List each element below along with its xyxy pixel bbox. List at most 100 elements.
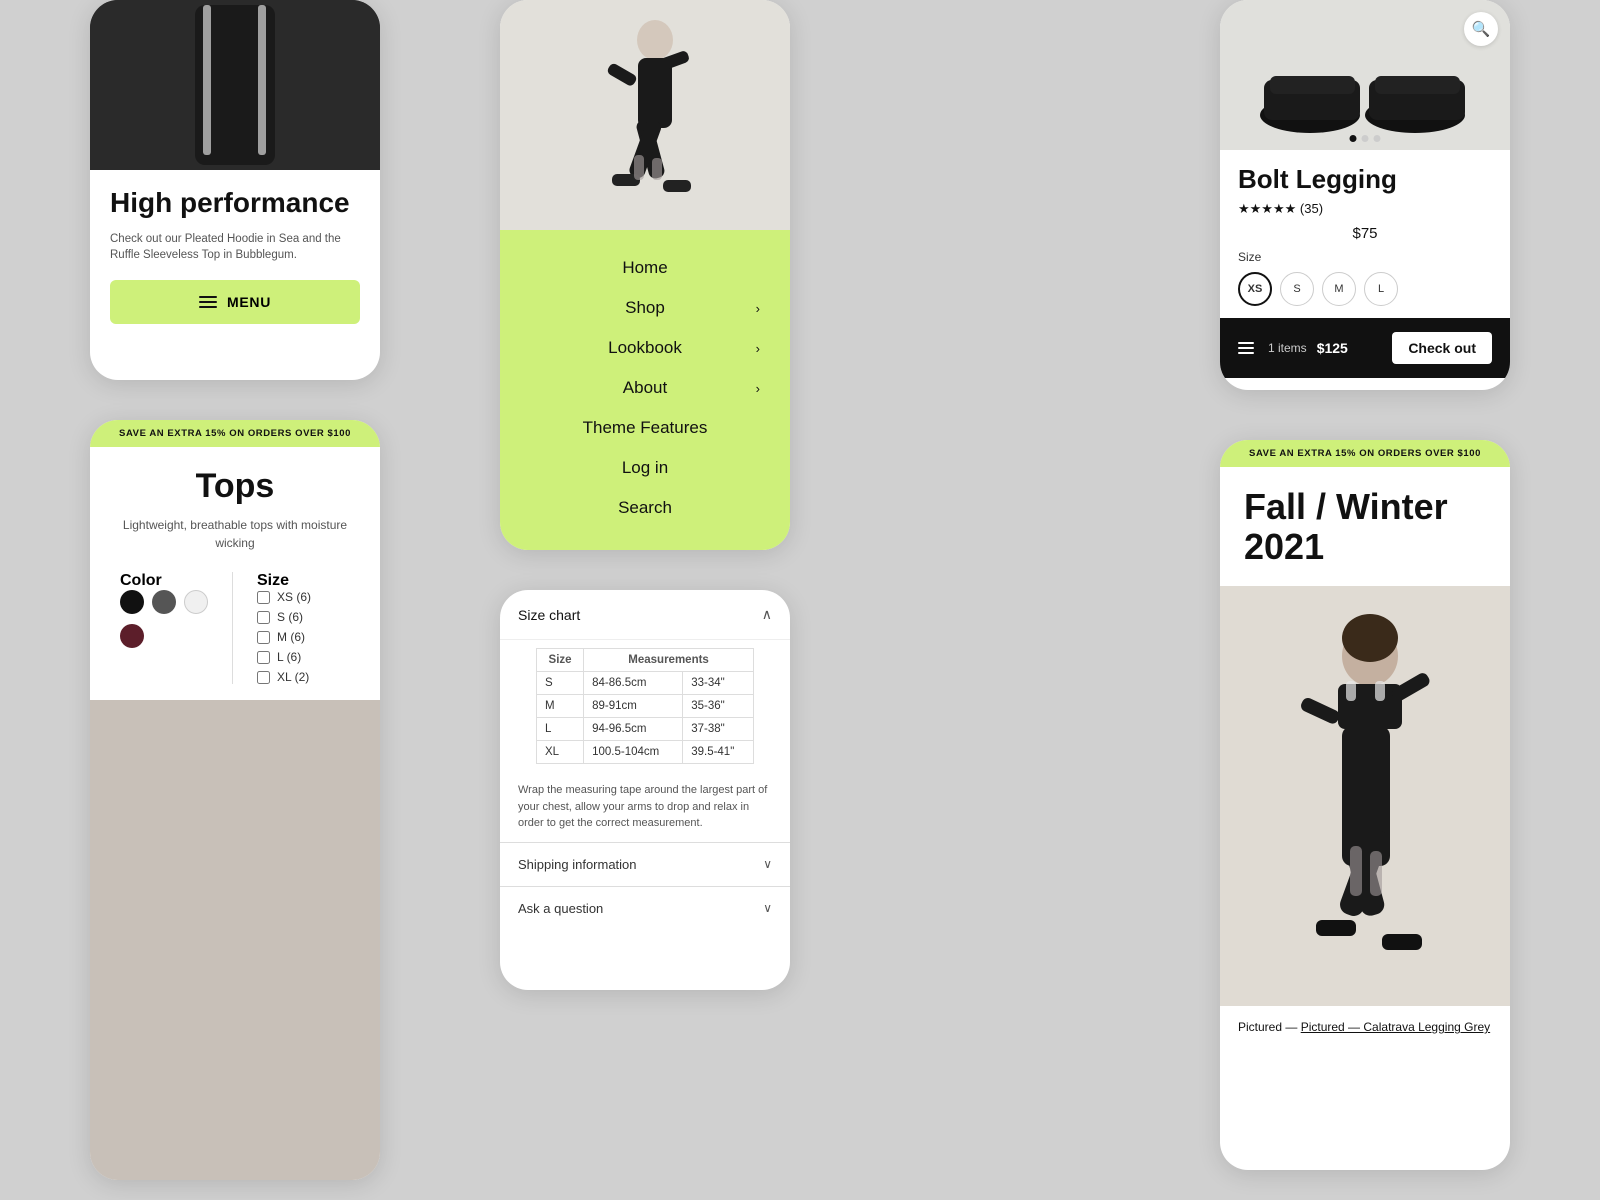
size-l-label: L (6)	[277, 650, 301, 664]
size-m-checkbox[interactable]	[257, 631, 270, 644]
size-note: Wrap the measuring tape around the large…	[500, 772, 790, 842]
size-l-m1: 94-96.5cm	[584, 718, 683, 741]
size-s-label: S (6)	[277, 610, 303, 624]
dot-1[interactable]	[1350, 135, 1357, 142]
size-xs[interactable]: XS	[1238, 272, 1272, 306]
filter-section: Color Size XS (6)	[110, 572, 360, 684]
nav-item-login[interactable]: Log in	[500, 448, 790, 488]
size-m-m1: 89-91cm	[584, 695, 683, 718]
size-heading: Size	[1238, 250, 1492, 264]
size-m-m2: 35-36"	[683, 695, 754, 718]
menu-button[interactable]: MENU	[110, 280, 360, 324]
caption-text: Pictured — Pictured — Calatrava Legging …	[1238, 1020, 1490, 1034]
card-high-performance: High performance Check out our Pleated H…	[90, 0, 380, 380]
nav-menu: Home Shop › Lookbook › About › Theme Fea…	[500, 230, 790, 550]
size-xl: XL	[537, 741, 584, 764]
size-filter: Size XS (6) S (6) M (6)	[257, 572, 311, 684]
shipping-accordion[interactable]: Shipping information ∨	[500, 842, 790, 886]
swatch-maroon[interactable]	[120, 624, 144, 648]
swatch-dark-gray[interactable]	[152, 590, 176, 614]
swatch-white[interactable]	[184, 590, 208, 614]
size-xl-m2: 39.5-41"	[683, 741, 754, 764]
close-button[interactable]: ×	[500, 528, 790, 550]
cart-menu-icon[interactable]	[1238, 342, 1254, 354]
rating-count: (35)	[1300, 201, 1323, 216]
search-button[interactable]: 🔍	[1464, 12, 1498, 46]
col-measurements: Measurements	[584, 649, 754, 672]
chevron-up-icon[interactable]: ∧	[762, 606, 772, 623]
nav-label-login: Log in	[622, 458, 668, 478]
chevron-down-icon: ∨	[763, 901, 772, 915]
checkout-button[interactable]: Check out	[1392, 332, 1492, 364]
swatch-black[interactable]	[120, 590, 144, 614]
chevron-right-icon: ›	[756, 381, 760, 396]
size-xs-check[interactable]: XS (6)	[257, 590, 311, 604]
nav-item-home[interactable]: Home	[500, 248, 790, 288]
hero-image	[90, 0, 380, 170]
card-content: High performance Check out our Pleated H…	[90, 170, 380, 340]
nav-item-shop[interactable]: Shop ›	[500, 288, 790, 328]
caption-link: Pictured — Calatrava Legging Grey	[1301, 1020, 1490, 1034]
nav-label-search: Search	[618, 498, 672, 518]
size-l-checkbox[interactable]	[257, 651, 270, 664]
nav-label-lookbook: Lookbook	[608, 338, 682, 358]
table-row: L 94-96.5cm 37-38"	[537, 718, 754, 741]
season-image	[1220, 586, 1510, 1006]
size-s-checkbox[interactable]	[257, 611, 270, 624]
size-xs-checkbox[interactable]	[257, 591, 270, 604]
nav-label-about: About	[623, 378, 667, 398]
size-xl-label: XL (2)	[277, 670, 309, 684]
stars-icon: ★★★★★	[1238, 201, 1296, 216]
promo-banner: SAVE AN EXTRA 15% ON ORDERS OVER $100	[90, 420, 380, 447]
nav-label-home: Home	[622, 258, 667, 278]
size-m-check[interactable]: M (6)	[257, 630, 311, 644]
nav-item-lookbook[interactable]: Lookbook ›	[500, 328, 790, 368]
size-m[interactable]: M	[1322, 272, 1356, 306]
ask-question-accordion[interactable]: Ask a question ∨	[500, 886, 790, 930]
category-content: Tops Lightweight, breathable tops with m…	[90, 447, 380, 700]
size-selector: XS S M L	[1238, 272, 1492, 306]
nav-item-search[interactable]: Search	[500, 488, 790, 528]
hero-title: High performance	[110, 188, 360, 219]
size-s-m1: 84-86.5cm	[584, 672, 683, 695]
size-xs-label: XS (6)	[277, 590, 311, 604]
dot-2[interactable]	[1362, 135, 1369, 142]
table-row: S 84-86.5cm 33-34"	[537, 672, 754, 695]
nav-label-theme-features: Theme Features	[583, 418, 708, 438]
size-m-label: M (6)	[277, 630, 305, 644]
chevron-right-icon: ›	[756, 341, 760, 356]
size-s-m2: 33-34"	[683, 672, 754, 695]
hero-description: Check out our Pleated Hoodie in Sea and …	[110, 231, 360, 264]
season-title-section: Fall / Winter 2021	[1220, 467, 1510, 586]
size-l-check[interactable]: L (6)	[257, 650, 311, 664]
size-m: M	[537, 695, 584, 718]
color-swatches	[120, 590, 208, 614]
size-xl-checkbox[interactable]	[257, 671, 270, 684]
col-size: Size	[537, 649, 584, 672]
cart-items-count: 1 items	[1268, 341, 1307, 355]
cart-total-price: $125	[1317, 340, 1348, 356]
size-xl-m1: 100.5-104cm	[584, 741, 683, 764]
image-dots	[1350, 135, 1381, 142]
promo-banner: SAVE AN EXTRA 15% ON ORDERS OVER $100	[1220, 440, 1510, 467]
dot-3[interactable]	[1374, 135, 1381, 142]
nav-item-about[interactable]: About ›	[500, 368, 790, 408]
size-l[interactable]: L	[1364, 272, 1398, 306]
size-l-m2: 37-38"	[683, 718, 754, 741]
card-tops: SAVE AN EXTRA 15% ON ORDERS OVER $100 To…	[90, 420, 380, 1180]
size-chart-table: Size Measurements S 84-86.5cm 33-34" M 8…	[536, 648, 754, 764]
size-s[interactable]: S	[1280, 272, 1314, 306]
product-rating: ★★★★★ (35)	[1238, 201, 1492, 217]
size-label: Size	[257, 572, 311, 590]
size-s-check[interactable]: S (6)	[257, 610, 311, 624]
close-icon: ×	[639, 544, 652, 550]
category-subtitle: Lightweight, breathable tops with moistu…	[110, 516, 360, 552]
nav-item-theme-features[interactable]: Theme Features	[500, 408, 790, 448]
size-table-wrapper: Size Measurements S 84-86.5cm 33-34" M 8…	[500, 640, 790, 772]
table-row: M 89-91cm 35-36"	[537, 695, 754, 718]
season-title: Fall / Winter 2021	[1244, 487, 1486, 566]
cart-bar: 1 items $125 Check out	[1220, 318, 1510, 378]
product-details: Bolt Legging ★★★★★ (35) $75 Size XS S M …	[1220, 150, 1510, 306]
size-xl-check[interactable]: XL (2)	[257, 670, 311, 684]
chevron-down-icon: ∨	[763, 857, 772, 871]
